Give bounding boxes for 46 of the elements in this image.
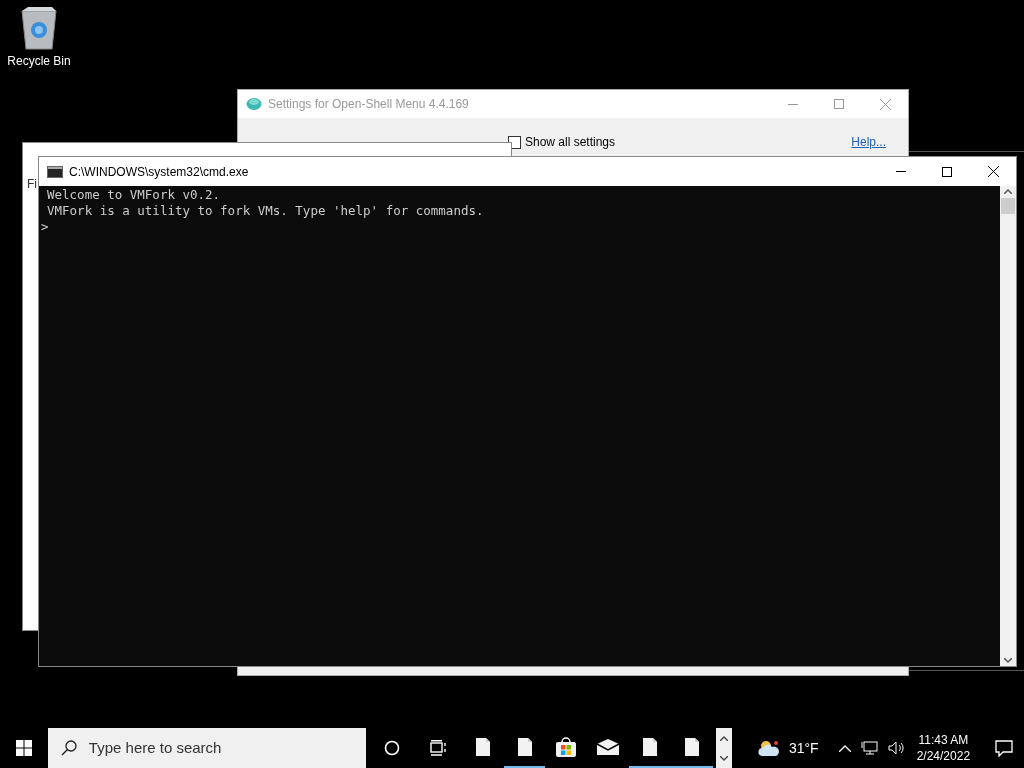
clock-date: 2/24/2022	[916, 748, 971, 764]
scrollbar[interactable]	[1000, 186, 1016, 666]
windows-logo-icon	[15, 740, 32, 756]
minimize-icon	[896, 171, 906, 172]
console-line: VMFork is a utility to fork VMs. Type 'help' for commands.	[47, 203, 485, 219]
close-icon	[987, 166, 999, 177]
search-icon	[60, 740, 77, 756]
circle-icon	[383, 740, 400, 756]
file-icon	[474, 737, 491, 757]
clock-time: 11:43 AM	[918, 732, 969, 748]
task-view-icon	[430, 740, 448, 756]
shortcut-label: Recycle Bin	[7, 53, 71, 70]
file-icon	[642, 737, 659, 757]
maximize-icon	[942, 166, 952, 177]
envelope-icon	[596, 738, 621, 756]
window-title: C:\WINDOWS\system32\cmd.exe	[69, 163, 249, 181]
scroll-thumb[interactable]	[1001, 198, 1015, 214]
console-line: Welcome to VMFork v0.2.	[47, 187, 222, 203]
console-icon	[47, 165, 63, 178]
clock[interactable]: 11:43 AM 2/24/2022	[916, 732, 971, 764]
file-icon	[684, 737, 701, 757]
network-icon[interactable]	[860, 741, 878, 755]
scroll-down-icon	[1004, 658, 1012, 663]
file-icon	[516, 737, 533, 757]
minimize-icon	[788, 103, 798, 105]
temperature[interactable]: 31°F	[788, 737, 819, 759]
chevron-up-icon	[719, 735, 728, 741]
recycle-bin-icon	[19, 6, 59, 50]
speech-bubble-icon	[995, 739, 1013, 757]
scroll-up-icon	[1004, 189, 1012, 194]
window-title: Settings for Open-Shell Menu 4.4.169	[268, 96, 469, 113]
help-link[interactable]: Help...	[851, 133, 886, 151]
search-field[interactable]: Type here to search	[47, 728, 366, 768]
desktop-shortcut[interactable]: Recycle Bin	[0, 6, 78, 70]
search-input[interactable]: Type here to search	[88, 736, 349, 760]
store-icon	[555, 736, 578, 758]
shell-icon	[246, 97, 262, 111]
maximize-icon	[834, 99, 844, 109]
close-icon	[879, 98, 891, 110]
overflow-scroller[interactable]	[716, 728, 732, 768]
console-prompt: >	[41, 219, 49, 235]
speaker-icon[interactable]	[887, 741, 905, 755]
menu-item[interactable]: Fi	[27, 175, 37, 193]
weather-icon	[757, 739, 780, 757]
chevron-up-icon[interactable]	[838, 744, 851, 752]
chevron-down-icon	[719, 755, 728, 761]
